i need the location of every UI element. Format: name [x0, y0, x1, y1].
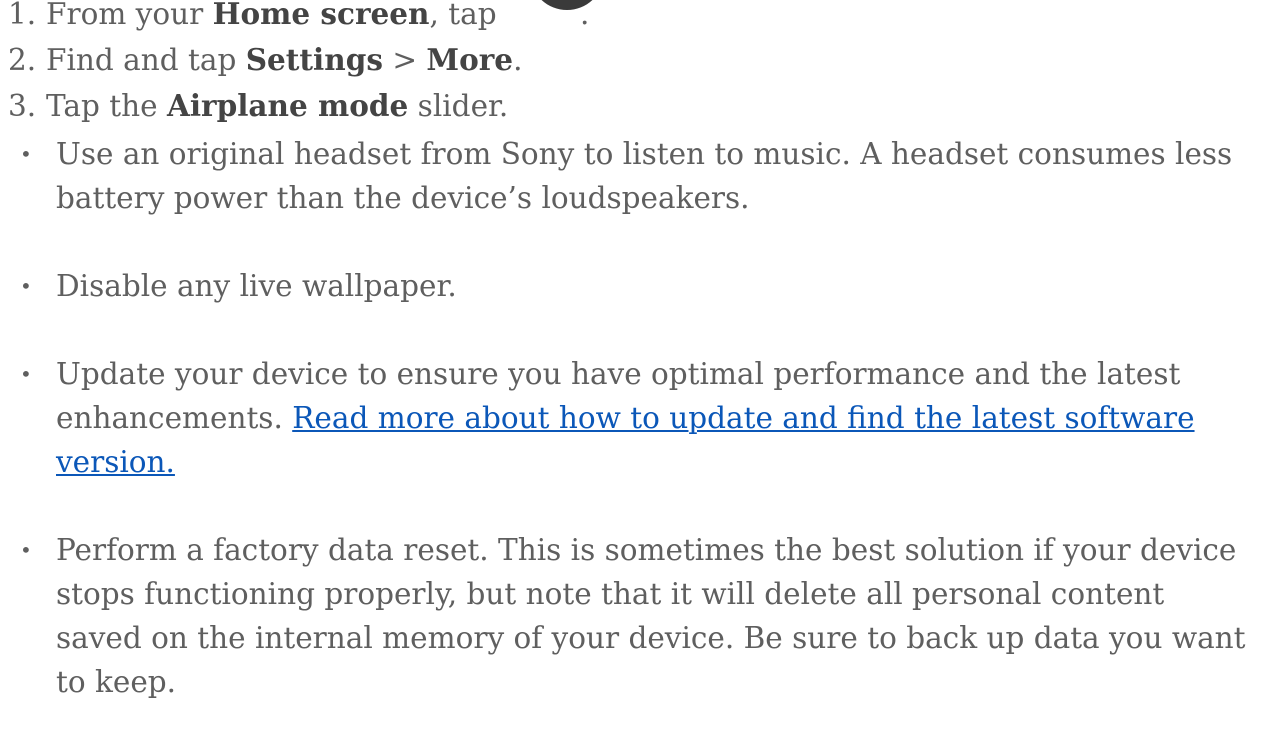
- step-text-pre: Tap the: [46, 89, 167, 123]
- step-bold-settings: Settings: [245, 42, 383, 77]
- bullet-icon: •: [20, 538, 32, 562]
- step-text: Tap the Airplane mode slider.: [46, 84, 508, 128]
- bullet-icon: •: [20, 142, 32, 166]
- step-bold-airplane-mode: Airplane mode: [166, 88, 409, 123]
- step-number: 3.: [8, 89, 37, 123]
- step-number: 2.: [8, 43, 37, 77]
- step-text-post: , tap: [429, 0, 506, 31]
- apps-icon: [541, 0, 593, 10]
- bullet-icon: •: [20, 362, 32, 386]
- tip-text: Update your device to ensure you have op…: [56, 352, 1246, 484]
- step-text-pre: Find and tap: [46, 43, 246, 77]
- step-bold-more: More: [426, 42, 514, 77]
- step-text-post: slider.: [408, 89, 509, 123]
- step-separator: >: [382, 43, 427, 77]
- step-text-post: .: [513, 43, 523, 77]
- step-bold-home-screen: Home screen: [212, 0, 430, 31]
- tip-text: Perform a factory data reset. This is so…: [56, 533, 1246, 699]
- tip-text: Disable any live wallpaper.: [56, 269, 457, 303]
- step-text: Find and tap Settings > More.: [46, 38, 522, 82]
- tip-text: Use an original headset from Sony to lis…: [56, 137, 1233, 215]
- bullet-icon: •: [20, 274, 32, 298]
- step-text-pre: From your: [46, 0, 213, 31]
- step-number: 1.: [8, 0, 37, 31]
- step-text: From your Home screen, tap .: [46, 0, 589, 36]
